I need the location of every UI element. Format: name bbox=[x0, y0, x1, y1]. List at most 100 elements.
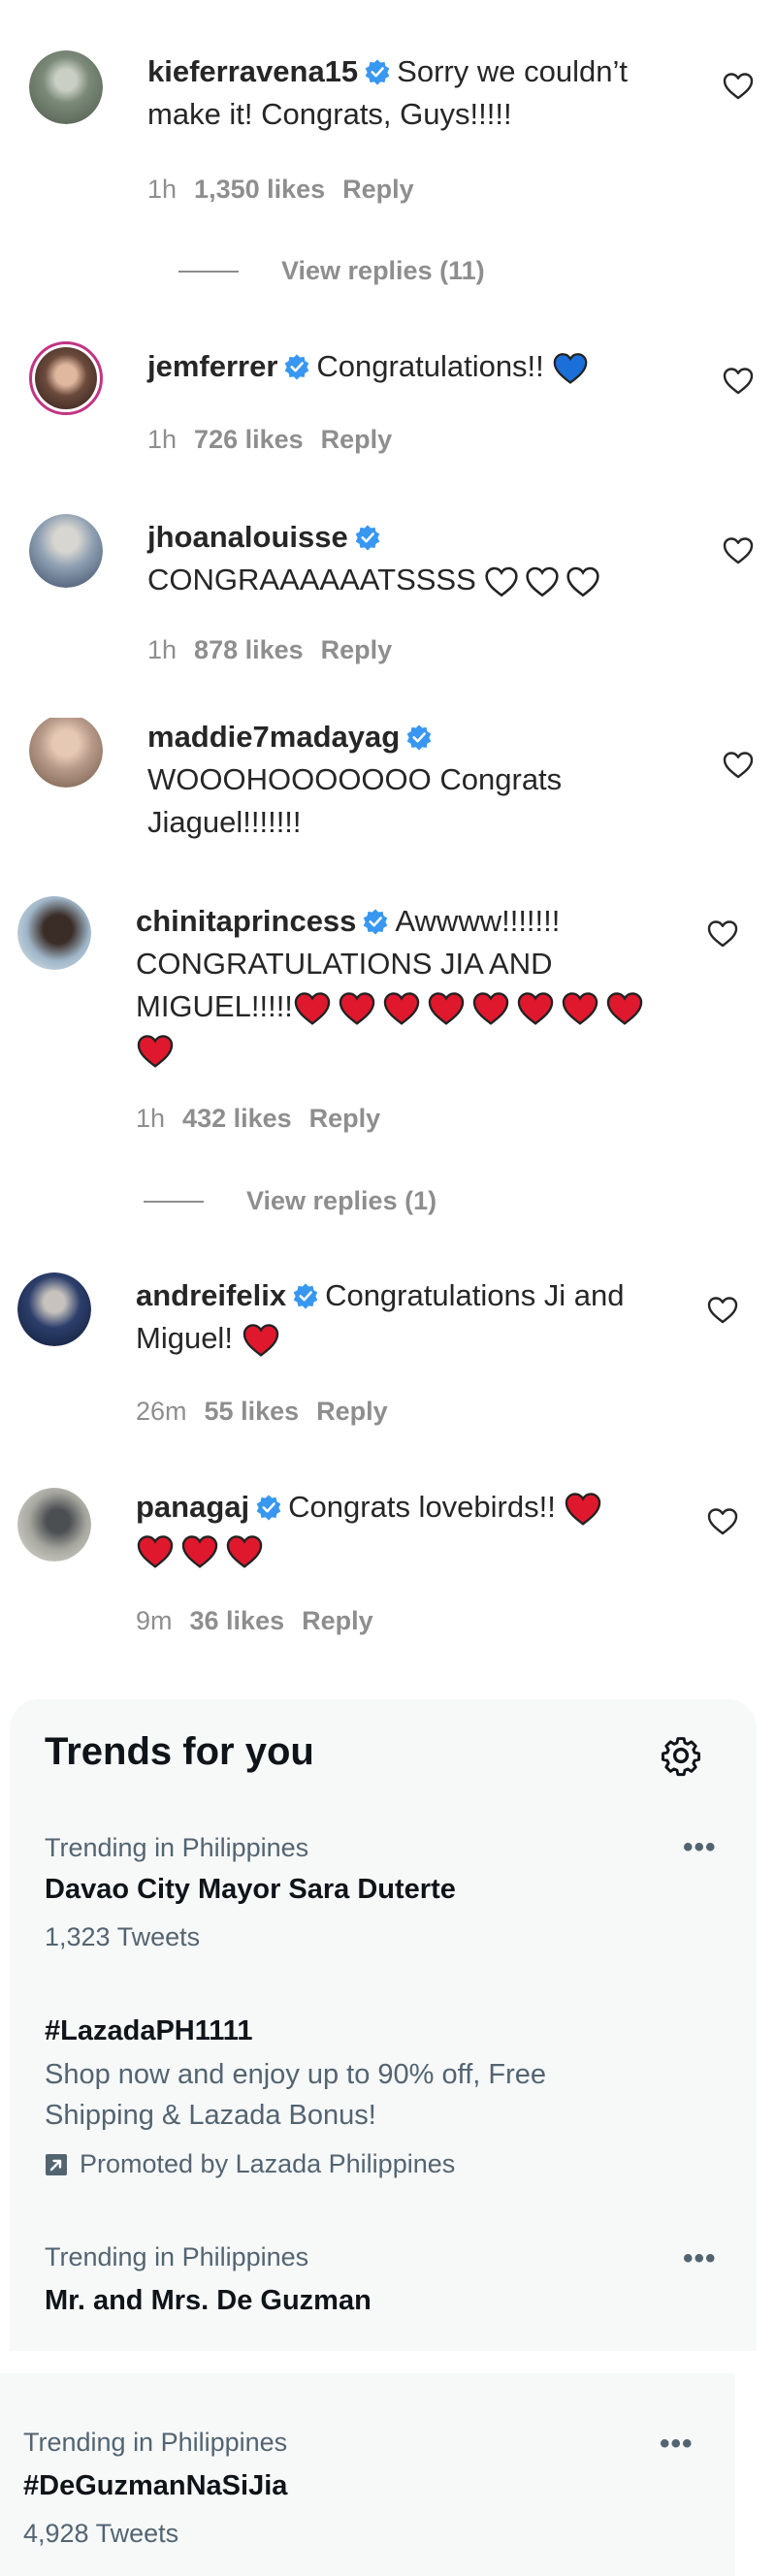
view-replies-label: View replies (1) bbox=[246, 1186, 437, 1215]
avatar[interactable] bbox=[29, 514, 103, 588]
avatar[interactable] bbox=[17, 896, 91, 970]
red-heart-emoji-icon bbox=[564, 1490, 602, 1529]
username[interactable]: jemferrer bbox=[147, 349, 277, 383]
verified-badge-icon bbox=[354, 524, 381, 551]
red-heart-emoji-icon bbox=[180, 1532, 219, 1571]
more-options-icon[interactable]: ••• bbox=[683, 1831, 717, 1864]
like-heart-icon[interactable] bbox=[706, 918, 739, 950]
comment-time: 26m bbox=[136, 1397, 187, 1426]
avatar[interactable] bbox=[17, 1272, 91, 1346]
trend-name: Davao City Mayor Sara Duterte bbox=[45, 1874, 456, 1905]
reply-button[interactable]: Reply bbox=[302, 1606, 373, 1635]
avatar[interactable] bbox=[29, 718, 103, 788]
comment-body: maddie7madayag WOOOHOOOOOOO Congrats Jia… bbox=[147, 718, 710, 844]
comment-meta: 1h 1,350 likes Reply bbox=[147, 175, 432, 205]
likes-count[interactable]: 55 likes bbox=[205, 1397, 300, 1426]
avatar-image bbox=[29, 718, 103, 788]
username[interactable]: jhoanalouisse bbox=[147, 520, 348, 554]
trend-context: Trending in Philippines bbox=[45, 2242, 309, 2271]
view-replies-button[interactable]: View replies (11) bbox=[178, 256, 485, 286]
promoted-label: Promoted by Lazada Philippines bbox=[45, 2149, 455, 2179]
more-options-icon[interactable]: ••• bbox=[683, 2242, 717, 2275]
red-heart-emoji-icon bbox=[136, 1032, 175, 1071]
comment-meta: 26m 55 likes Reply bbox=[136, 1397, 405, 1427]
likes-count[interactable]: 878 likes bbox=[194, 635, 304, 664]
promoted-arrow-icon bbox=[46, 2153, 67, 2175]
like-heart-icon[interactable] bbox=[722, 749, 755, 782]
red-heart-emoji-icon bbox=[338, 989, 376, 1028]
red-heart-emoji-icon bbox=[427, 989, 466, 1028]
verified-badge-icon bbox=[283, 353, 310, 380]
verified-badge-icon bbox=[362, 908, 389, 935]
avatar-image bbox=[29, 514, 103, 588]
verified-badge-icon bbox=[292, 1282, 319, 1309]
like-heart-icon[interactable] bbox=[706, 1294, 739, 1327]
more-options-icon[interactable]: ••• bbox=[660, 2428, 694, 2461]
avatar-image bbox=[17, 1272, 91, 1346]
like-heart-icon[interactable] bbox=[722, 365, 755, 398]
comment-text: Miguel! bbox=[136, 1321, 233, 1355]
reply-button[interactable]: Reply bbox=[309, 1104, 381, 1133]
comment-time: 9m bbox=[136, 1606, 173, 1635]
username[interactable]: kieferravena15 bbox=[147, 54, 358, 88]
trends-panel: Trends for you Trending in Philippines •… bbox=[10, 1699, 757, 2351]
red-heart-emoji-icon bbox=[136, 1532, 175, 1571]
divider-line bbox=[144, 1200, 204, 1203]
trend-name: #LazadaPH1111 bbox=[45, 2015, 253, 2046]
divider-line bbox=[178, 270, 239, 273]
gear-icon[interactable] bbox=[660, 1734, 702, 1777]
red-heart-emoji-icon bbox=[293, 989, 332, 1028]
username[interactable]: chinitaprincess bbox=[136, 904, 356, 938]
avatar[interactable] bbox=[17, 1488, 91, 1562]
avatar[interactable] bbox=[29, 50, 103, 124]
likes-count[interactable]: 726 likes bbox=[194, 425, 304, 454]
comment-body: andreifelix Congratulations Ji and Miguel… bbox=[136, 1274, 718, 1360]
like-heart-icon[interactable] bbox=[722, 70, 755, 103]
like-heart-icon[interactable] bbox=[706, 1505, 739, 1538]
avatar-image bbox=[17, 896, 91, 970]
comment-text: Congrats lovebirds!! bbox=[288, 1490, 556, 1524]
username[interactable]: andreifelix bbox=[136, 1278, 286, 1312]
comment-body: jhoanalouisse CONGRAAAAAATSSSS bbox=[147, 516, 710, 601]
trend-description-line: Shop now and enjoy up to 90% off, Free bbox=[45, 2059, 546, 2090]
username[interactable]: panagaj bbox=[136, 1490, 249, 1524]
comment-text: Congratulations Ji and bbox=[325, 1278, 625, 1312]
comment-meta: 1h 726 likes Reply bbox=[147, 425, 409, 455]
comment-text: MIGUEL!!!!! bbox=[136, 989, 293, 1023]
trend-count: 4,928 Tweets bbox=[23, 2519, 179, 2548]
comment-time: 1h bbox=[147, 635, 178, 664]
avatar[interactable] bbox=[29, 341, 103, 415]
trend-description-line: Shipping & Lazada Bonus! bbox=[45, 2100, 376, 2131]
verified-badge-icon bbox=[364, 58, 391, 85]
reply-button[interactable]: Reply bbox=[342, 175, 414, 204]
reply-button[interactable]: Reply bbox=[321, 635, 393, 664]
likes-count[interactable]: 1,350 likes bbox=[194, 175, 325, 204]
trend-count: 1,323 Tweets bbox=[45, 1922, 201, 1951]
comment-text: Jiaguel!!!!!!! bbox=[147, 805, 302, 839]
likes-count[interactable]: 432 likes bbox=[182, 1104, 292, 1133]
red-heart-emoji-icon bbox=[471, 989, 510, 1028]
red-heart-emoji-icon bbox=[561, 989, 599, 1028]
like-heart-icon[interactable] bbox=[722, 534, 755, 567]
view-replies-button[interactable]: View replies (1) bbox=[144, 1186, 436, 1216]
reply-button[interactable]: Reply bbox=[321, 425, 393, 454]
trend-context: Trending in Philippines bbox=[23, 2428, 288, 2457]
trend-description: Shop now and enjoy up to 90% off, Free S… bbox=[45, 2054, 724, 2136]
username[interactable]: maddie7madayag bbox=[147, 720, 400, 754]
reply-button[interactable]: Reply bbox=[316, 1397, 388, 1426]
likes-count[interactable]: 36 likes bbox=[190, 1606, 285, 1635]
red-heart-emoji-icon bbox=[382, 989, 421, 1028]
comment-text: CONGRAAAAAATSSSS bbox=[147, 563, 476, 596]
blue-heart-emoji-icon bbox=[552, 350, 589, 387]
verified-badge-icon bbox=[405, 724, 433, 751]
white-heart-emoji-icon bbox=[566, 564, 600, 599]
trend-item[interactable]: Trending in Philippines ••• #DeGuzmanNaS… bbox=[0, 2373, 735, 2576]
comment-time: 1h bbox=[136, 1104, 166, 1133]
comment-text: Awwww!!!!!!! bbox=[395, 904, 561, 938]
red-heart-emoji-icon bbox=[242, 1321, 280, 1360]
comment-text: CONGRATULATIONS JIA AND bbox=[136, 947, 553, 981]
verified-badge-icon bbox=[255, 1494, 282, 1521]
view-replies-label: View replies (11) bbox=[281, 256, 485, 285]
avatar-image bbox=[35, 347, 97, 409]
trend-name: Mr. and Mrs. De Guzman bbox=[45, 2285, 372, 2316]
